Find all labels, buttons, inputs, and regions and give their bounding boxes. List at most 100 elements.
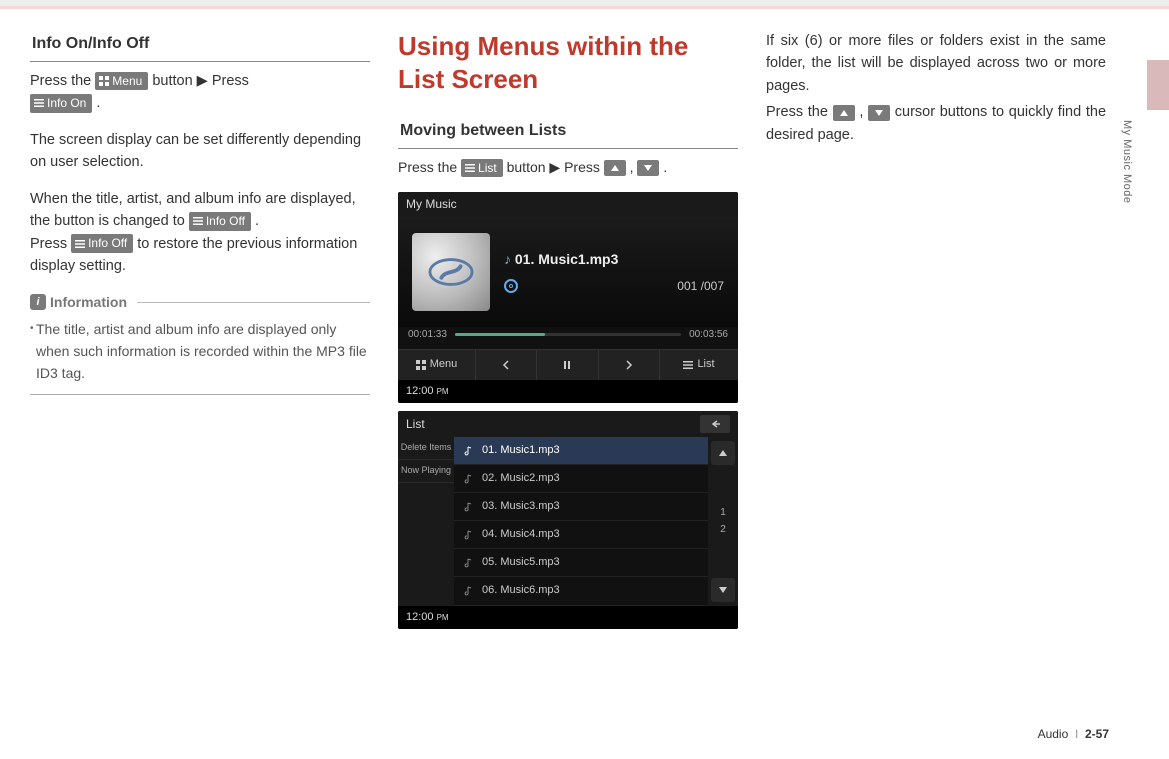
list-item-label: 05. Music5.mp3 [482,554,560,571]
pause-icon [562,360,572,370]
toolbar-list-label: List [697,356,714,373]
now-playing-button[interactable]: Now Playing [398,460,454,483]
manual-page: My Music Mode Info On/Info Off Press the… [0,0,1169,759]
text: Press the [766,104,833,120]
list-header: List [398,411,738,438]
menu-button-chip: Menu [95,72,148,91]
text: button ▶ Press [507,159,604,175]
list-icon [683,360,693,370]
list-item[interactable]: 02. Music2.mp3 [454,465,708,493]
list-item[interactable]: 04. Music4.mp3 [454,521,708,549]
footer-section: Audio [1038,727,1069,741]
rule [30,394,370,395]
player-toolbar: Menu List [398,349,738,380]
toolbar-list[interactable]: List [660,350,738,380]
down-arrow-chip [637,160,659,176]
playback-controls [476,350,660,380]
list-header-title: List [406,415,425,434]
back-button[interactable] [700,415,730,433]
text: . [96,95,100,111]
clock-suffix: PM [437,387,449,396]
text: , [630,159,638,175]
file-list: 01. Music1.mp3 02. Music2.mp3 03. Music3… [454,437,708,605]
side-tab [1147,60,1169,110]
info-off-button-chip: Info Off [71,234,133,253]
list-item[interactable]: 01. Music1.mp3 [454,437,708,465]
bullet-text: The title, artist and album info are dis… [36,319,370,384]
progress-bar: 00:01:33 00:03:56 [398,327,738,349]
triangle-down-icon [718,585,728,595]
info-off-label: Info Off [206,213,245,230]
prev-button[interactable] [476,350,537,380]
clock-bar: 12:00 PM [398,380,738,403]
delete-items-button[interactable]: Delete Items [398,437,454,460]
list-item-label: 03. Music3.mp3 [482,498,560,515]
page-total: 2 [719,524,727,536]
list-body: Delete Items Now Playing 01. Music1.mp3 … [398,437,738,605]
triangle-up-icon [839,108,849,118]
triangle-down-icon [643,163,653,173]
page-down-button[interactable] [711,578,735,602]
page-footer: Audio I 2-57 [1038,727,1109,741]
hyundai-logo-icon [428,249,474,295]
list-item-label: 04. Music4.mp3 [482,526,560,543]
paragraph: Press the , cursor buttons to quickly fi… [766,101,1106,146]
section-title-big: Using Menus within the List Screen [398,30,738,95]
screenshot-player: My Music ♪ 01. Music1.mp3 001 /007 [398,192,738,402]
player-area: ♪ 01. Music1.mp3 001 /007 [398,217,738,327]
text: Press the [30,73,95,89]
time-total: 00:03:56 [689,327,728,343]
toolbar-menu[interactable]: Menu [398,350,476,380]
footer-sep: I [1075,727,1078,741]
track-title: ♪ 01. Music1.mp3 [504,249,724,271]
list-icon [465,163,475,173]
menu-button-label: Menu [112,73,142,90]
list-icon [34,98,44,108]
triangle-up-icon [610,163,620,173]
progress-track [455,333,681,336]
chevron-right-icon [624,360,634,370]
page-up-button[interactable] [711,441,735,465]
information-label: Information [50,292,127,314]
music-note-icon [464,530,474,540]
list-button-label: List [478,160,497,177]
pause-button[interactable] [537,350,598,380]
top-accent [0,6,1169,9]
time-elapsed: 00:01:33 [408,327,447,343]
track-counter: 001 /007 [677,277,724,296]
list-button-chip: List [461,159,503,178]
paragraph: When the title, artist, and album info a… [30,188,370,278]
page-indicator: 1 2 [719,507,727,536]
column-right: If six (6) or more files or folders exis… [766,30,1106,635]
clock-bar: 12:00 PM [398,606,738,629]
info-on-label: Info On [47,95,86,112]
up-arrow-chip [604,160,626,176]
music-note-icon [464,502,474,512]
list-item[interactable]: 06. Music6.mp3 [454,577,708,605]
music-note-icon [464,446,474,456]
info-on-button-chip: Info On [30,94,92,113]
track-title-text: 01. Music1.mp3 [515,251,619,267]
list-item[interactable]: 05. Music5.mp3 [454,549,708,577]
information-callout-heading: i Information [30,292,370,314]
screenshot-list: List Delete Items Now Playing 01. Music1… [398,411,738,629]
information-bullet: • The title, artist and album info are d… [30,319,370,384]
menu-icon [99,76,109,86]
clock-suffix: PM [437,613,449,622]
next-button[interactable] [599,350,660,380]
footer-page: 2-57 [1085,727,1109,741]
down-arrow-chip [868,105,890,121]
list-item-label: 06. Music6.mp3 [482,582,560,599]
player-titlebar: My Music [398,192,738,217]
music-note-icon [464,558,474,568]
info-off-button-chip: Info Off [189,212,251,231]
up-arrow-chip [833,105,855,121]
page-current: 1 [719,507,727,519]
text: Press [30,236,71,252]
triangle-down-icon [874,108,884,118]
list-item[interactable]: 03. Music3.mp3 [454,493,708,521]
column-middle: Using Menus within the List Screen Movin… [398,30,738,635]
list-side-buttons: Delete Items Now Playing [398,437,454,605]
rule [137,302,370,303]
paragraph: The screen display can be set differentl… [30,129,370,174]
